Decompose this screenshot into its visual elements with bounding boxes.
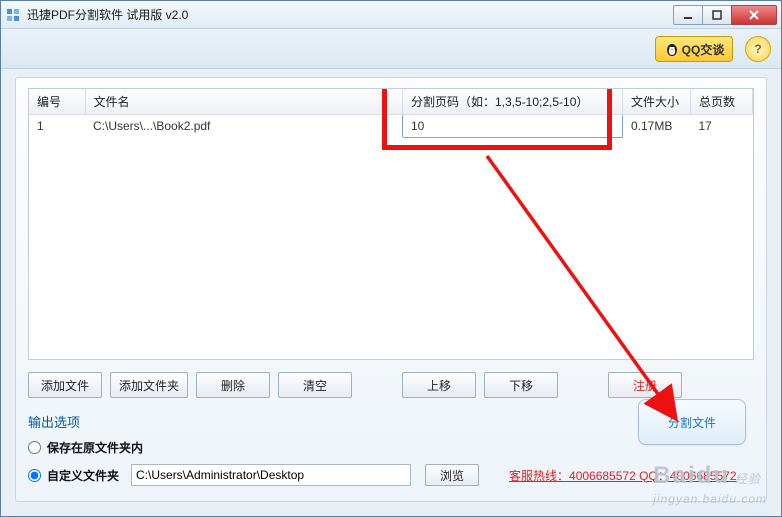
save-original-label: 保存在原文件夹内 bbox=[47, 439, 143, 456]
app-window: 迅捷PDF分割软件 试用版 v2.0 QQ交谈 ? 编号 文件名 分割页码（如：… bbox=[0, 0, 782, 517]
register-button[interactable]: 注册 bbox=[608, 372, 682, 398]
delete-button[interactable]: 删除 bbox=[196, 372, 270, 398]
custom-folder-label: 自定义文件夹 bbox=[47, 467, 119, 484]
col-header-filesize[interactable]: 文件大小 bbox=[623, 89, 691, 115]
col-header-filename[interactable]: 文件名 bbox=[85, 89, 403, 115]
window-controls bbox=[674, 5, 777, 25]
action-button-row: 添加文件 添加文件夹 删除 清空 上移 下移 注册 bbox=[28, 372, 754, 398]
toolbar: QQ交谈 ? bbox=[1, 29, 781, 69]
cell-filesize: 0.17MB bbox=[623, 115, 691, 138]
close-button[interactable] bbox=[731, 5, 777, 25]
qq-chat-button[interactable]: QQ交谈 bbox=[655, 36, 733, 62]
cell-total-pages: 17 bbox=[691, 115, 753, 138]
split-file-button[interactable]: 分割文件 bbox=[638, 399, 746, 445]
table-row[interactable]: 1 C:\Users\...\Book2.pdf 10 0.17MB 17 bbox=[29, 115, 753, 138]
col-header-total-pages[interactable]: 总页数 bbox=[691, 89, 753, 115]
spacer bbox=[360, 372, 394, 398]
qq-icon bbox=[664, 41, 680, 57]
minimize-button[interactable] bbox=[673, 5, 703, 25]
help-button[interactable]: ? bbox=[745, 36, 771, 62]
custom-folder-option: 自定义文件夹 浏览 客服热线：4006685572 QQ：4006685572 bbox=[28, 464, 754, 486]
col-header-split-pages[interactable]: 分割页码（如：1,3,5-10;2,5-10） bbox=[403, 89, 623, 115]
move-up-button[interactable]: 上移 bbox=[402, 372, 476, 398]
maximize-button[interactable] bbox=[702, 5, 732, 25]
content-panel: 编号 文件名 分割页码（如：1,3,5-10;2,5-10） 文件大小 总页数 … bbox=[15, 77, 767, 502]
help-icon: ? bbox=[754, 42, 761, 56]
file-table: 编号 文件名 分割页码（如：1,3,5-10;2,5-10） 文件大小 总页数 … bbox=[29, 89, 753, 138]
col-header-number[interactable]: 编号 bbox=[29, 89, 85, 115]
browse-button[interactable]: 浏览 bbox=[425, 464, 479, 486]
window-title: 迅捷PDF分割软件 试用版 v2.0 bbox=[27, 6, 674, 23]
move-down-button[interactable]: 下移 bbox=[484, 372, 558, 398]
titlebar: 迅捷PDF分割软件 试用版 v2.0 bbox=[1, 1, 781, 29]
cell-split-pages[interactable]: 10 bbox=[403, 115, 623, 138]
add-folder-button[interactable]: 添加文件夹 bbox=[110, 372, 188, 398]
hotline-link[interactable]: 客服热线：4006685572 QQ：4006685572 bbox=[509, 467, 736, 484]
save-original-radio[interactable] bbox=[28, 441, 41, 454]
file-table-container: 编号 文件名 分割页码（如：1,3,5-10;2,5-10） 文件大小 总页数 … bbox=[28, 88, 754, 360]
split-file-label: 分割文件 bbox=[668, 414, 716, 431]
qq-chat-label: QQ交谈 bbox=[682, 41, 725, 58]
app-icon bbox=[5, 7, 21, 23]
cell-number: 1 bbox=[29, 115, 85, 138]
add-file-button[interactable]: 添加文件 bbox=[28, 372, 102, 398]
clear-button[interactable]: 清空 bbox=[278, 372, 352, 398]
cell-filename: C:\Users\...\Book2.pdf bbox=[85, 115, 403, 138]
spacer bbox=[566, 372, 600, 398]
custom-folder-radio[interactable] bbox=[28, 469, 41, 482]
output-path-input[interactable] bbox=[131, 464, 411, 486]
